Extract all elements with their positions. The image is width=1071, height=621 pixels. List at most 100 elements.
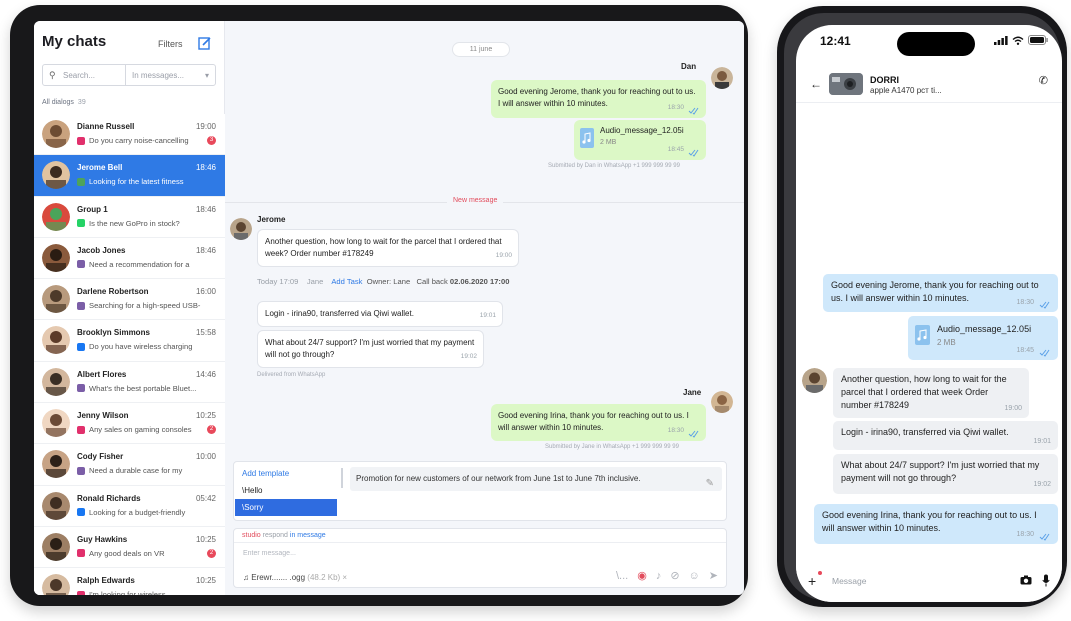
composer-hint-target[interactable]: in message (290, 532, 326, 539)
message-incoming[interactable]: Another question, how long to wait for t… (257, 229, 519, 267)
all-dialogs-label: All dialogs (42, 99, 74, 106)
chat-preview: Any sales on gaming consoles (77, 425, 205, 434)
send-icon[interactable]: ➤ (709, 569, 718, 582)
template-item[interactable]: \Sorry (235, 499, 337, 516)
chat-name: Jacob Jones (77, 245, 126, 255)
date-separator: 11 june (452, 42, 510, 57)
status-time: 12:41 (820, 34, 851, 48)
chat-list-item[interactable]: Jerome Bell 18:46 Looking for the latest f… (34, 155, 225, 197)
search-icon: ⚲ (49, 69, 56, 80)
chat-preview-text: Do you carry noise-cancelling (89, 136, 189, 145)
phone-call-icon[interactable]: ✆ (1039, 74, 1048, 87)
chat-time: 10:25 (195, 534, 216, 544)
eye-icon[interactable]: ◉ (637, 569, 647, 582)
pencil-icon[interactable]: ✎ (706, 472, 714, 496)
audio-file-name: Audio_message_12.05i (600, 126, 684, 135)
message-outgoing[interactable]: Good evening Irina, thank you for reachi… (814, 504, 1058, 544)
chat-list-item[interactable]: Group 1 18:46 Is the new GoPro in stock? (34, 196, 225, 238)
message-incoming[interactable]: What about 24/7 support? I'm just worrie… (833, 454, 1058, 494)
chat-time: 18:46 (195, 204, 216, 214)
slack-icon (77, 466, 85, 475)
chat-name: Jerome Bell (77, 163, 123, 173)
chat-list-item[interactable]: Ralph Edwards 10:25 I'm looking for wirele… (34, 568, 225, 595)
message-text: Good evening Jerome, thank you for reach… (498, 87, 696, 108)
chat-name: Cody Fisher (77, 452, 124, 462)
message-outgoing[interactable]: Good evening Irina, thank you for reachi… (491, 404, 706, 441)
template-item[interactable]: \Hello (235, 482, 337, 499)
message-outgoing[interactable]: Good evening Jerome, thank you for reach… (491, 80, 706, 118)
search-scope-label: In messages... (132, 70, 185, 80)
add-task-link[interactable]: Add Task (331, 277, 362, 286)
task-line: Today 17:09 Jane Add Task Owner: Lane Ca… (257, 277, 509, 286)
chat-preview-text: Any sales on gaming consoles (89, 425, 192, 435)
template-list: Add template \Hello \Sorry (235, 465, 337, 516)
chat-preview: What's the best portable Bluet... (77, 384, 205, 393)
remove-attachment-button[interactable]: × (342, 573, 347, 582)
microphone-icon[interactable] (1042, 574, 1050, 587)
search-box[interactable]: ⚲ Search... In messages... ▾ (42, 64, 216, 86)
all-dialogs-count: 39 (77, 99, 86, 106)
audio-message[interactable]: Audio_message_12.05i 2 MB 18:45 (574, 120, 706, 160)
message-incoming[interactable]: Login - irina90, transferred via Qiwi wa… (833, 421, 1058, 450)
chat-name: Brooklyn Simmons (77, 328, 150, 338)
chat-time: 10:25 (195, 576, 216, 586)
chat-preview: Do you carry noise-cancelling (77, 136, 205, 145)
avatar (802, 368, 827, 393)
audio-message[interactable]: Audio_message_12.05i 2 MB 18:45 (908, 316, 1058, 360)
unread-badge: 3 (207, 136, 216, 145)
chat-preview: Is the new GoPro in stock? (77, 219, 205, 228)
message-incoming[interactable]: Login - irina90, transferred via Qiwi wa… (257, 301, 503, 327)
notification-dot (818, 571, 822, 575)
filters-button[interactable]: Filters (158, 39, 183, 49)
emoji-icon[interactable]: ☺ (689, 570, 700, 582)
chat-list-item[interactable]: Guy Hawkins 10:25 Any good deals on VR 2 (34, 526, 225, 569)
search-input[interactable]: Search... (63, 71, 125, 80)
avatar (42, 532, 70, 561)
add-template-button[interactable]: Add template (235, 465, 337, 482)
camera-icon[interactable] (1020, 575, 1032, 585)
chat-list-item[interactable]: Jenny Wilson 10:25 Any sales on gaming con… (34, 403, 225, 445)
chat-time: 16:00 (195, 287, 216, 297)
chat-preview-text: Need a durable case for my (89, 466, 183, 476)
bell-icon[interactable]: ♪ (656, 570, 662, 582)
compose-icon[interactable] (198, 36, 212, 50)
message-text: Good evening Irina, thank you for reachi… (498, 411, 689, 432)
chat-name: Guy Hawkins (77, 534, 128, 544)
tablet-screen: My chats Filters ⚲ Search... In messages… (34, 21, 744, 595)
chat-list-item[interactable]: Cody Fisher 10:00 Need a durable case for … (34, 444, 225, 486)
search-scope-select[interactable]: In messages... ▾ (125, 65, 215, 85)
message-outgoing[interactable]: Good evening Jerome, thank you for reach… (823, 274, 1058, 312)
chat-list-item[interactable]: Darlene Robertson 16:00 Searching for a hi… (34, 279, 225, 321)
chat-preview: Looking for the latest fitness (77, 177, 205, 186)
music-note-icon: ♫ (243, 573, 249, 582)
message-incoming[interactable]: What about 24/7 support? I'm just worrie… (257, 330, 484, 368)
chat-list-item[interactable]: Dianne Russell 19:00 Do you carry noise-ca… (34, 114, 225, 156)
chat-list-item[interactable]: Brooklyn Simmons 15:58 Do you have wireles… (34, 320, 225, 362)
chat-preview: Looking for a budget-friendly (77, 508, 205, 517)
template-shortcut-icon[interactable]: \... (616, 570, 628, 582)
message-incoming[interactable]: Another question, how long to wait for t… (833, 368, 1029, 418)
avatar (42, 243, 70, 272)
phone-message-input[interactable]: Message (832, 576, 867, 586)
plus-icon[interactable]: + (808, 573, 816, 589)
chat-preview-text: Searching for a high-speed USB- (89, 301, 201, 311)
template-preview[interactable]: Promotion for new customers of our netwo… (350, 467, 722, 491)
back-arrow-icon[interactable]: ← (810, 77, 822, 91)
chat-list-item[interactable]: Jacob Jones 18:46 Need a recommendation fo… (34, 237, 225, 280)
message-text: Another question, how long to wait for t… (265, 237, 502, 258)
paperclip-icon[interactable]: ⊘ (670, 569, 679, 582)
sms-icon (77, 177, 85, 186)
avatar (230, 218, 252, 240)
chat-list-item[interactable]: Albert Flores 14:46 What's the best portab… (34, 361, 225, 404)
message-input[interactable]: Enter message... (243, 550, 296, 557)
chat-list-item[interactable]: Ronald Richards 05:42 Looking for a budget… (34, 485, 225, 527)
avatar (42, 367, 70, 396)
avatar (42, 409, 70, 438)
task-callback-date: 02.06.2020 17:00 (449, 277, 510, 286)
avatar (42, 120, 70, 148)
chat-preview-text: Looking for the latest fitness (89, 177, 184, 187)
instagram-icon (77, 136, 85, 145)
message-time: 18:30 (1016, 531, 1034, 538)
submitted-note: Submitted by Jane in WhatsApp +1 999 999… (545, 444, 679, 450)
chat-list: Dianne Russell 19:00 Do you carry noise-ca… (34, 114, 225, 595)
